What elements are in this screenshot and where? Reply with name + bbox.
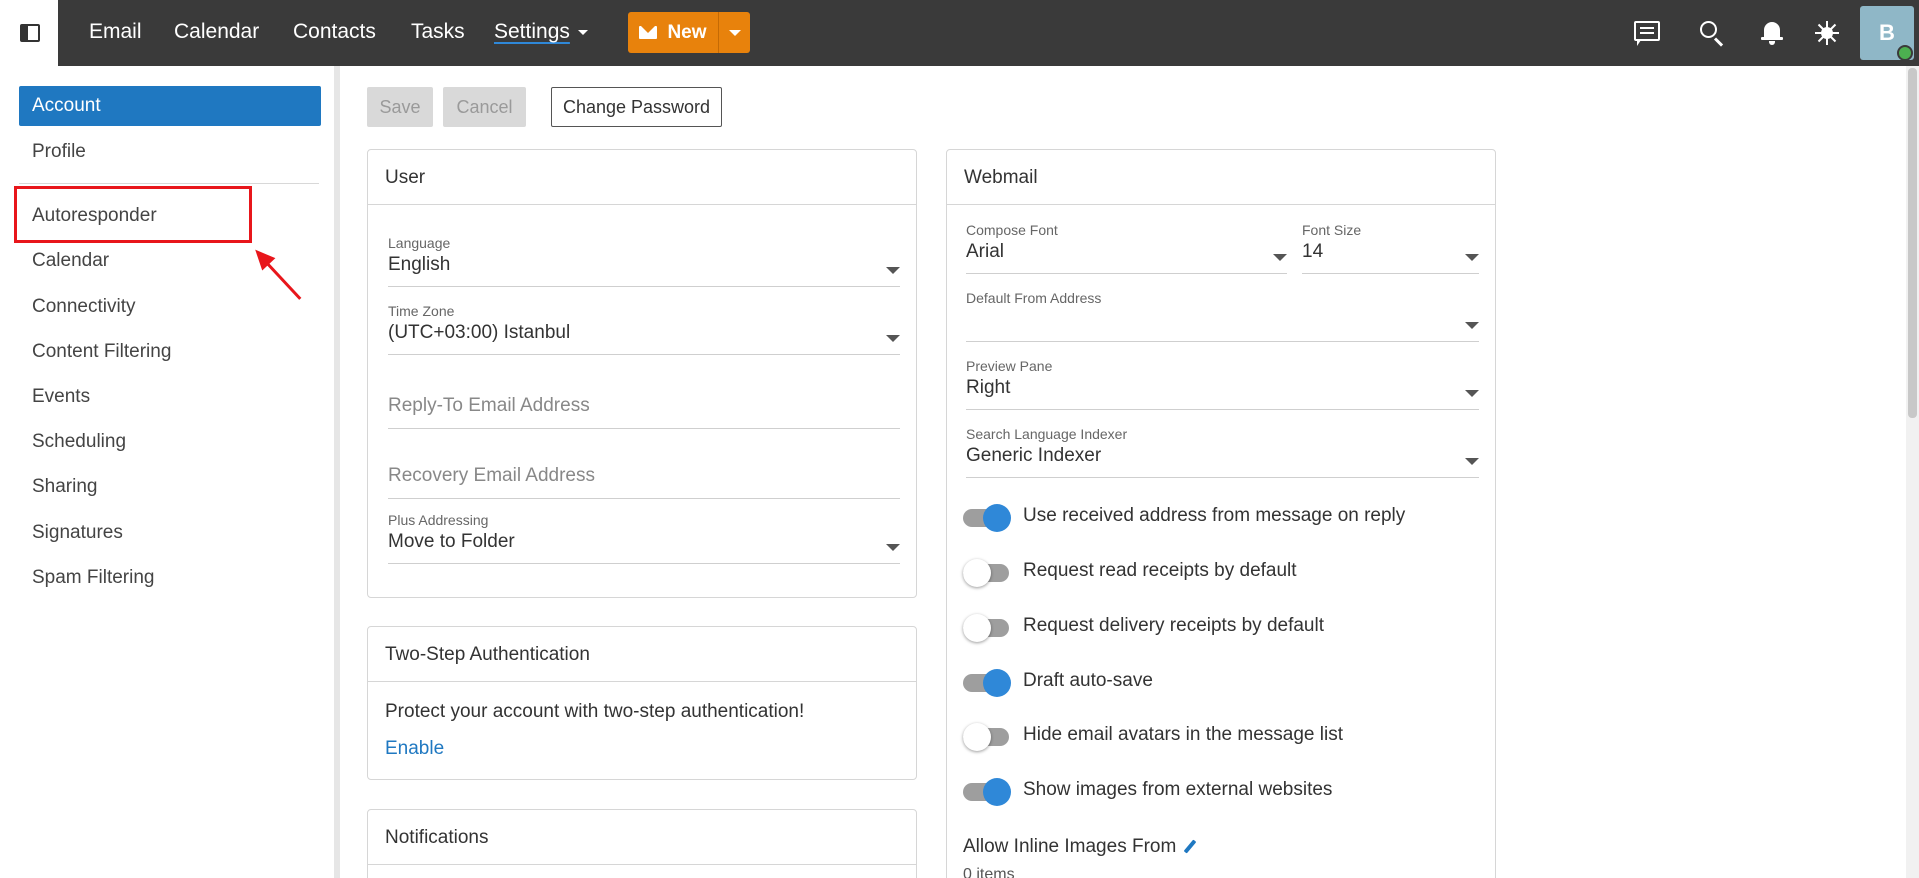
toggle-draft-auto-save[interactable] bbox=[963, 662, 1013, 702]
compose-font-label: Compose Font bbox=[966, 222, 1058, 238]
chevron-down-icon bbox=[886, 544, 900, 551]
two-step-description: Protect your account with two-step authe… bbox=[385, 701, 805, 722]
search-indexer-value: Generic Indexer bbox=[966, 445, 1102, 466]
timezone-label: Time Zone bbox=[388, 303, 455, 319]
sidebar-item-signatures[interactable]: Signatures bbox=[19, 513, 321, 553]
chevron-down-icon bbox=[886, 267, 900, 274]
search-indexer-label: Search Language Indexer bbox=[966, 426, 1128, 442]
toggle-label-draft-auto-save: Draft auto-save bbox=[1023, 670, 1153, 691]
inline-images-count: 0 items bbox=[963, 866, 1015, 878]
toggle-read-receipts[interactable] bbox=[963, 552, 1013, 592]
nav-tasks[interactable]: Tasks bbox=[411, 20, 465, 44]
nav-settings[interactable]: Settings bbox=[494, 20, 588, 44]
new-button-label: New bbox=[667, 21, 707, 43]
sidebar-item-scheduling[interactable]: Scheduling bbox=[19, 422, 321, 462]
preview-pane-label: Preview Pane bbox=[966, 358, 1053, 374]
chevron-down-icon bbox=[728, 29, 741, 36]
envelope-icon bbox=[639, 26, 658, 39]
chevron-down-icon bbox=[1465, 390, 1479, 397]
search-icon[interactable] bbox=[1697, 18, 1727, 48]
reply-to-input[interactable]: Reply-To Email Address bbox=[388, 395, 900, 429]
compose-font-select[interactable]: Compose Font Arial bbox=[966, 222, 1287, 274]
timezone-value: (UTC+03:00) Istanbul bbox=[388, 322, 571, 343]
recovery-email-input[interactable]: Recovery Email Address bbox=[388, 465, 900, 499]
plus-addressing-value: Move to Folder bbox=[388, 531, 515, 552]
new-button[interactable]: New bbox=[628, 12, 718, 53]
cancel-button[interactable]: Cancel bbox=[443, 87, 526, 127]
user-panel-title: User bbox=[368, 150, 916, 205]
toggle-label-read-receipts: Request read receipts by default bbox=[1023, 560, 1297, 581]
font-size-select[interactable]: Font Size 14 bbox=[1302, 222, 1479, 274]
allow-inline-images-label: Allow Inline Images From bbox=[963, 836, 1177, 857]
chat-icon[interactable] bbox=[1632, 18, 1662, 48]
enable-two-step-link[interactable]: Enable bbox=[385, 738, 444, 760]
avatar-initial: B bbox=[1879, 20, 1895, 45]
sidebar-toggle-button[interactable] bbox=[0, 0, 58, 66]
save-button[interactable]: Save bbox=[367, 87, 433, 127]
compose-font-value: Arial bbox=[966, 241, 1005, 262]
sidebar-panel-icon bbox=[20, 24, 40, 42]
chevron-down-icon bbox=[1273, 254, 1287, 261]
recovery-email-placeholder: Recovery Email Address bbox=[388, 465, 595, 486]
chevron-down-icon bbox=[1465, 322, 1479, 329]
two-step-panel: Two-Step Authentication Protect your acc… bbox=[367, 626, 917, 780]
nav-contacts[interactable]: Contacts bbox=[293, 20, 376, 44]
change-password-button[interactable]: Change Password bbox=[551, 87, 722, 127]
chevron-down-icon bbox=[886, 335, 900, 342]
chevron-down-icon bbox=[1465, 254, 1479, 261]
toggle-delivery-receipts[interactable] bbox=[963, 607, 1013, 647]
toggle-hide-avatars[interactable] bbox=[963, 716, 1013, 756]
annotation-highlight-box bbox=[14, 186, 252, 243]
plus-addressing-select[interactable]: Plus Addressing Move to Folder bbox=[388, 512, 900, 564]
reply-to-placeholder: Reply-To Email Address bbox=[388, 395, 590, 416]
nav-email[interactable]: Email bbox=[89, 20, 142, 44]
scrollbar-thumb[interactable] bbox=[1908, 68, 1917, 418]
page-scrollbar[interactable] bbox=[1906, 66, 1919, 878]
sidebar-item-account[interactable]: Account bbox=[19, 86, 321, 126]
theme-sun-icon[interactable] bbox=[1812, 18, 1842, 48]
preview-pane-select[interactable]: Preview Pane Right bbox=[966, 358, 1479, 410]
top-bar: Email Calendar Contacts Tasks Settings N… bbox=[0, 0, 1919, 66]
font-size-label: Font Size bbox=[1302, 222, 1362, 238]
nav-settings-label: Settings bbox=[494, 20, 570, 43]
sidebar-item-content-filtering[interactable]: Content Filtering bbox=[19, 332, 321, 372]
language-select[interactable]: Language English bbox=[388, 235, 900, 287]
toggle-label-show-external-images: Show images from external websites bbox=[1023, 779, 1333, 800]
nav-calendar[interactable]: Calendar bbox=[174, 20, 259, 44]
online-status-icon bbox=[1897, 45, 1913, 61]
new-button-group: New bbox=[628, 12, 750, 53]
notifications-panel: Notifications bbox=[367, 809, 917, 878]
sidebar-item-connectivity[interactable]: Connectivity bbox=[19, 287, 321, 327]
sidebar-item-events[interactable]: Events bbox=[19, 377, 321, 417]
toggle-use-received-address[interactable] bbox=[963, 497, 1013, 537]
sidebar-item-sharing[interactable]: Sharing bbox=[19, 467, 321, 507]
notifications-title: Notifications bbox=[368, 810, 916, 865]
timezone-select[interactable]: Time Zone (UTC+03:00) Istanbul bbox=[388, 303, 900, 355]
allow-inline-images-row: Allow Inline Images From bbox=[963, 836, 1197, 858]
sidebar-item-spam-filtering[interactable]: Spam Filtering bbox=[19, 558, 321, 598]
font-size-value: 14 bbox=[1302, 241, 1324, 262]
toggle-label-use-received-address: Use received address from message on rep… bbox=[1023, 505, 1406, 526]
new-dropdown-button[interactable] bbox=[718, 12, 750, 53]
webmail-title: Webmail bbox=[947, 150, 1495, 205]
toggle-label-delivery-receipts: Request delivery receipts by default bbox=[1023, 615, 1324, 636]
chevron-down-icon bbox=[1465, 458, 1479, 465]
bell-icon[interactable] bbox=[1757, 18, 1787, 48]
toggle-label-hide-avatars: Hide email avatars in the message list bbox=[1023, 724, 1343, 745]
sidebar-divider bbox=[19, 183, 319, 184]
sidebar-item-profile[interactable]: Profile bbox=[19, 132, 321, 172]
toggle-show-external-images[interactable] bbox=[963, 771, 1013, 811]
language-value: English bbox=[388, 254, 451, 275]
language-label: Language bbox=[388, 235, 451, 251]
plus-addressing-label: Plus Addressing bbox=[388, 512, 489, 528]
default-from-label: Default From Address bbox=[966, 290, 1102, 306]
chevron-down-icon bbox=[577, 29, 588, 35]
user-panel: User Language English Time Zone (UTC+03:… bbox=[367, 149, 917, 598]
default-from-select[interactable]: Default From Address bbox=[966, 290, 1479, 342]
preview-pane-value: Right bbox=[966, 377, 1011, 398]
two-step-title: Two-Step Authentication bbox=[368, 627, 916, 682]
search-indexer-select[interactable]: Search Language Indexer Generic Indexer bbox=[966, 426, 1479, 478]
